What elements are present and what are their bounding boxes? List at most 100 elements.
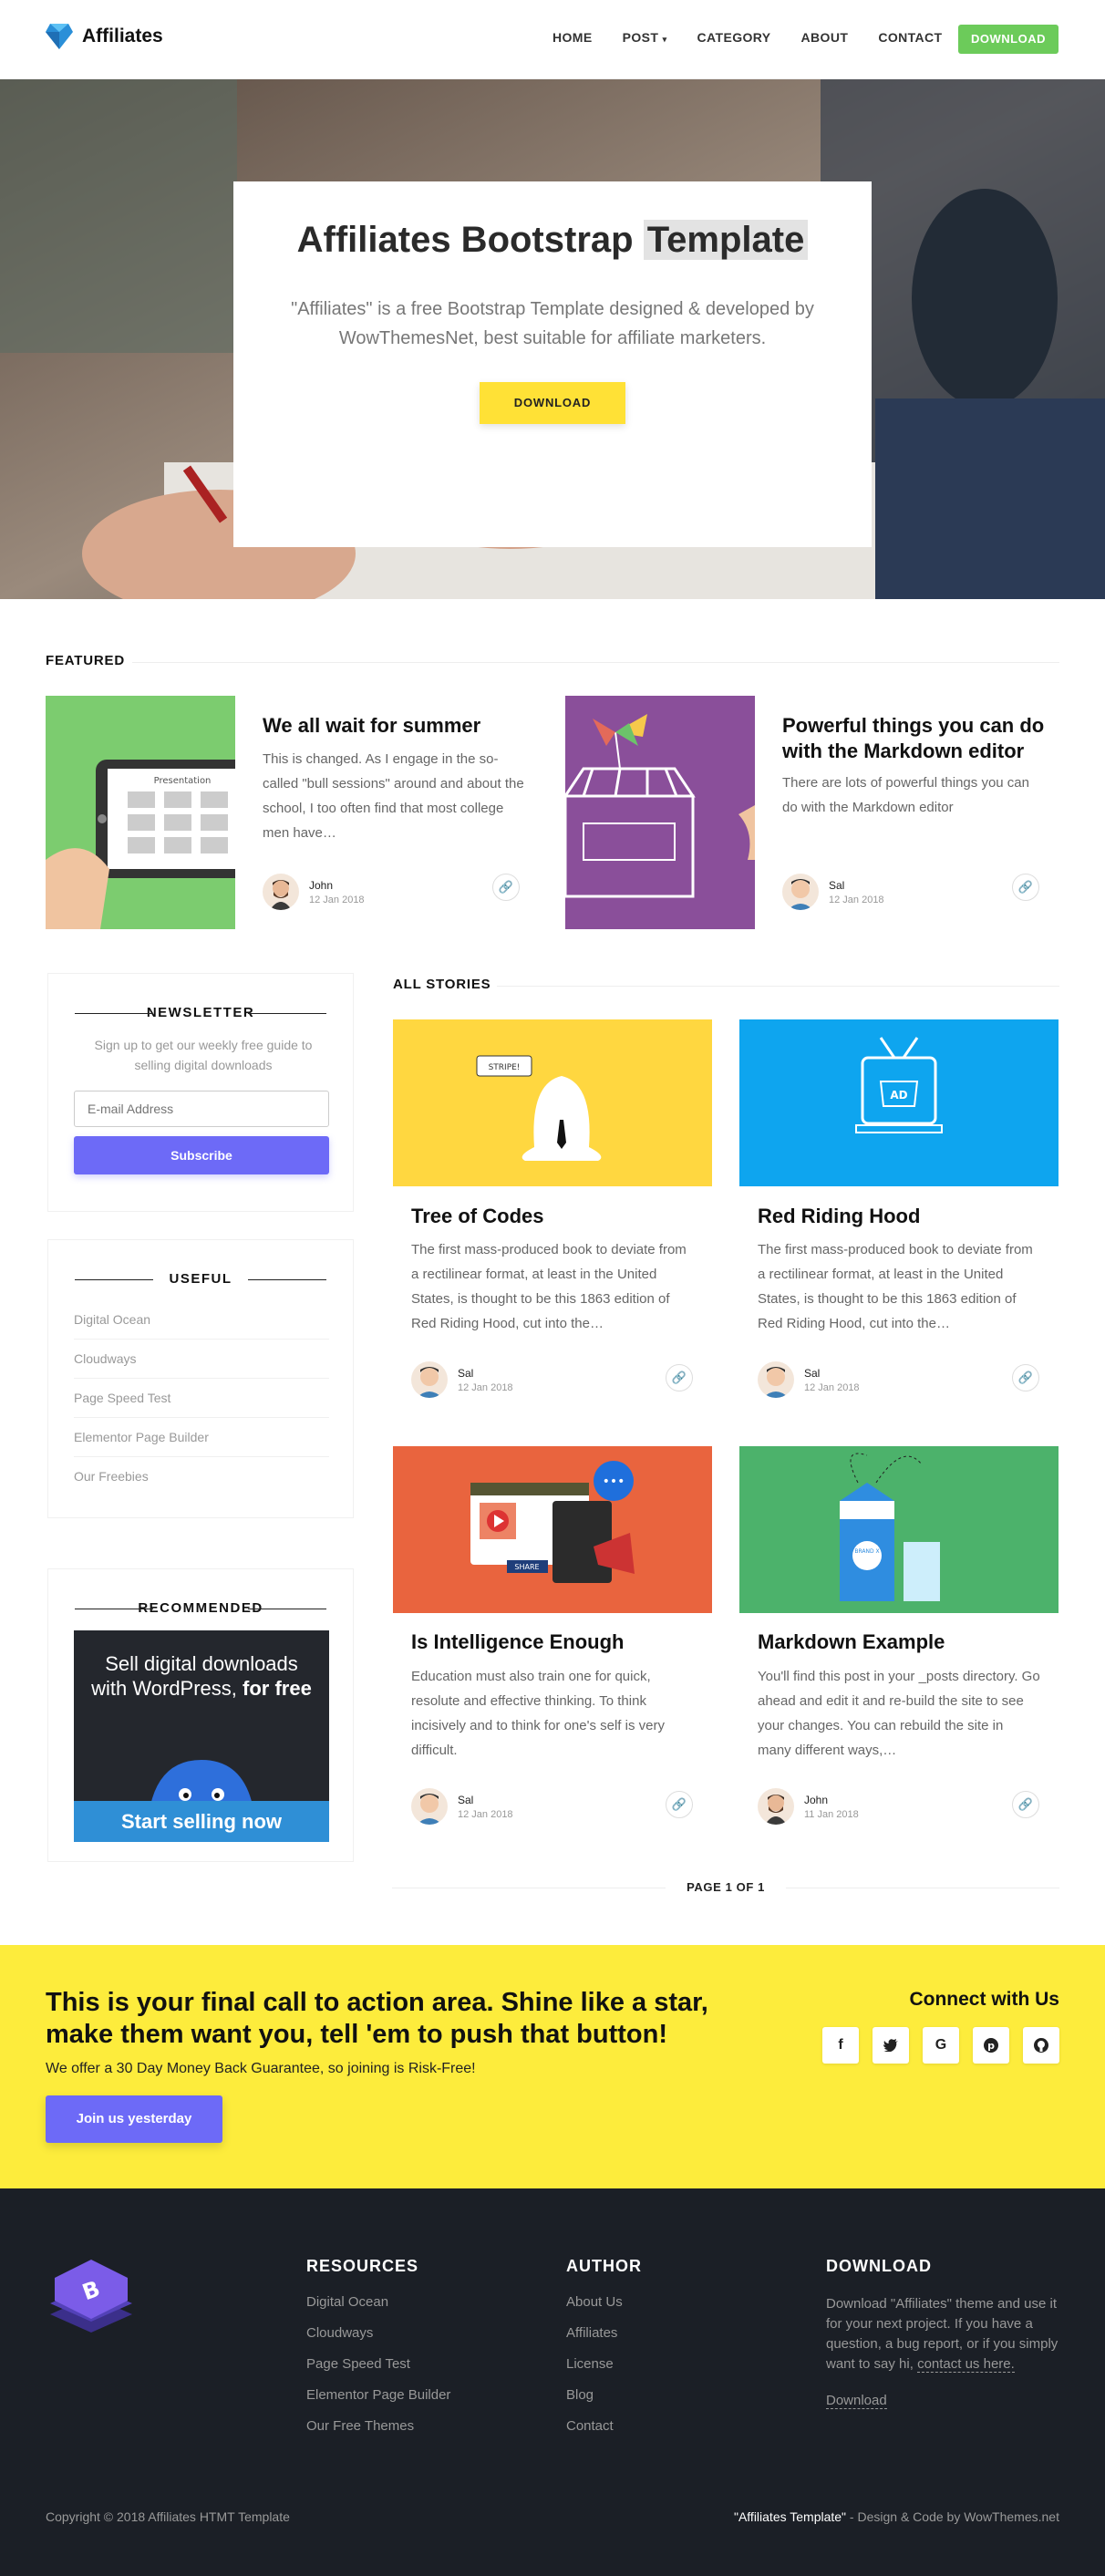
footer-resources-title: RESOURCES xyxy=(306,2257,419,2275)
story-author-3: Sal 12 Jan 2018 xyxy=(411,1788,513,1825)
footer-link[interactable]: Affiliates xyxy=(566,2325,642,2356)
footer-link[interactable]: Blog xyxy=(566,2387,642,2418)
featured-title-1[interactable]: We all wait for summer xyxy=(263,713,536,739)
featured-excerpt-1: This is changed. As I engage in the so-c… xyxy=(263,751,524,841)
link-icon[interactable]: 🔗 xyxy=(666,1791,693,1818)
hero-description: "Affiliates" is a free Bootstrap Templat… xyxy=(291,299,814,348)
github-icon[interactable] xyxy=(1023,2027,1059,2064)
nav-about[interactable]: ABOUT xyxy=(801,30,849,45)
featured-image-1[interactable]: Presentation xyxy=(46,696,235,929)
featured-image-2[interactable] xyxy=(565,696,755,929)
footer-link[interactable]: Digital Ocean xyxy=(306,2294,450,2325)
featured-divider xyxy=(132,662,1059,663)
post-date: 12 Jan 2018 xyxy=(309,894,365,905)
footer-link[interactable]: Page Speed Test xyxy=(306,2356,450,2387)
credit-text: - Design & Code by WowThemes.net xyxy=(849,2509,1059,2524)
footer-link[interactable]: About Us xyxy=(566,2294,642,2325)
story-title-2[interactable]: Red Riding Hood xyxy=(758,1205,920,1228)
useful-link[interactable]: Our Freebies xyxy=(74,1457,329,1496)
useful-widget: USEFUL Digital Ocean Cloudways Page Spee… xyxy=(47,1239,354,1518)
story-author-1: Sal 12 Jan 2018 xyxy=(411,1361,513,1398)
email-field[interactable] xyxy=(74,1091,329,1127)
footer-download-link[interactable]: Download xyxy=(826,2393,887,2409)
story-title-3[interactable]: Is Intelligence Enough xyxy=(411,1630,624,1654)
story-image-3[interactable]: ••• SHARE xyxy=(393,1446,712,1613)
stories-divider xyxy=(497,986,1059,987)
nav-post-label: POST xyxy=(622,30,659,45)
post-date: 11 Jan 2018 xyxy=(804,1808,859,1820)
recommended-widget: RECOMMENDED Sell digital downloads with … xyxy=(47,1568,354,1862)
footer-link[interactable]: Contact xyxy=(566,2418,642,2449)
footer-resources: RESOURCES Digital Ocean Cloudways Page S… xyxy=(306,2257,450,2449)
hero-title: Affiliates Bootstrap Template xyxy=(233,220,872,261)
story-author-2: Sal 12 Jan 2018 xyxy=(758,1361,860,1398)
credit-name[interactable]: "Affiliates Template" xyxy=(734,2509,846,2524)
join-button[interactable]: Join us yesterday xyxy=(46,2095,222,2143)
cta-title: This is your final call to action area. … xyxy=(46,1988,708,2049)
ad-headline: Sell digital downloads with WordPress, f… xyxy=(74,1651,329,1701)
twitter-icon[interactable] xyxy=(873,2027,909,2064)
brand-logo[interactable]: Affiliates xyxy=(46,24,163,49)
link-icon[interactable]: 🔗 xyxy=(1012,1364,1039,1391)
all-stories-heading: ALL STORIES xyxy=(393,977,491,992)
useful-link[interactable]: Cloudways xyxy=(74,1340,329,1379)
footer-link[interactable]: License xyxy=(566,2356,642,2387)
useful-links: Digital Ocean Cloudways Page Speed Test … xyxy=(74,1300,329,1496)
footer-author: AUTHOR About Us Affiliates License Blog … xyxy=(566,2257,642,2449)
connect-heading: Connect with Us xyxy=(909,1989,1059,2010)
post-date: 12 Jan 2018 xyxy=(458,1381,513,1393)
useful-title: USEFUL xyxy=(48,1271,353,1287)
story-title-4[interactable]: Markdown Example xyxy=(758,1630,945,1654)
facebook-icon[interactable]: f xyxy=(822,2027,859,2064)
featured-author-2: Sal 12 Jan 2018 xyxy=(782,874,884,910)
link-icon[interactable]: 🔗 xyxy=(1012,1791,1039,1818)
useful-link[interactable]: Digital Ocean xyxy=(74,1300,329,1340)
ad-line-2: with WordPress, xyxy=(91,1677,237,1700)
footer-link[interactable]: Elementor Page Builder xyxy=(306,2387,450,2418)
newsletter-text: Sign up to get our weekly free guide to … xyxy=(94,1038,313,1072)
svg-text:p: p xyxy=(987,2040,995,2052)
caret-down-icon: ▾ xyxy=(662,35,667,44)
ad-bold: for free xyxy=(243,1677,312,1700)
pagination: PAGE 1 OF 1 xyxy=(392,1880,1059,1894)
post-date: 12 Jan 2018 xyxy=(829,894,884,905)
hero-download-button[interactable]: DOWNLOAD xyxy=(480,382,625,424)
footer-link[interactable]: Cloudways xyxy=(306,2325,450,2356)
avatar xyxy=(411,1361,448,1398)
author-name: Sal xyxy=(829,878,845,892)
diamond-icon xyxy=(46,24,73,49)
pinterest-icon[interactable]: p xyxy=(973,2027,1009,2064)
recommended-ad[interactable]: Sell digital downloads with WordPress, f… xyxy=(74,1630,329,1842)
link-icon[interactable]: 🔗 xyxy=(492,874,520,901)
social-links: f G p xyxy=(822,2027,1059,2064)
nav-post[interactable]: POST ▾ xyxy=(623,30,667,45)
subscribe-button[interactable]: Subscribe xyxy=(74,1136,329,1174)
featured-title-2[interactable]: Powerful things you can do with the Mark… xyxy=(782,713,1056,764)
story-image-4[interactable]: BRAND X xyxy=(739,1446,1059,1613)
useful-link[interactable]: Page Speed Test xyxy=(74,1379,329,1418)
story-image-2[interactable]: AD xyxy=(739,1019,1059,1186)
copyright: Copyright © 2018 Affiliates HTMT Templat… xyxy=(46,2509,290,2524)
recommended-title: RECOMMENDED xyxy=(48,1600,353,1616)
author-name: John xyxy=(804,1793,829,1806)
nav-download-button[interactable]: DOWNLOAD xyxy=(958,25,1059,54)
footer-link[interactable]: Our Free Themes xyxy=(306,2418,450,2449)
nav-contact[interactable]: CONTACT xyxy=(878,30,942,45)
story-image-label: STRIPE! xyxy=(489,1063,521,1072)
nav-home[interactable]: HOME xyxy=(552,30,593,45)
google-icon[interactable]: G xyxy=(923,2027,959,2064)
story-image-1[interactable]: STRIPE! xyxy=(393,1019,712,1186)
footer: B RESOURCES Digital Ocean Cloudways Page… xyxy=(0,2188,1105,2576)
featured-excerpt-2: There are lots of powerful things you ca… xyxy=(782,775,1029,815)
contact-link[interactable]: contact us here. xyxy=(917,2356,1015,2373)
nav-category[interactable]: CATEGORY xyxy=(697,30,771,45)
useful-link[interactable]: Elementor Page Builder xyxy=(74,1418,329,1457)
avatar xyxy=(782,874,819,910)
link-icon[interactable]: 🔗 xyxy=(1012,874,1039,901)
story-title-1[interactable]: Tree of Codes xyxy=(411,1205,543,1228)
footer-download-title: DOWNLOAD xyxy=(826,2257,932,2275)
author-name: Sal xyxy=(804,1366,821,1380)
story-excerpt-4: You'll find this post in your _posts dir… xyxy=(758,1669,1040,1758)
link-icon[interactable]: 🔗 xyxy=(666,1364,693,1391)
brand-name: Affiliates xyxy=(82,26,163,47)
